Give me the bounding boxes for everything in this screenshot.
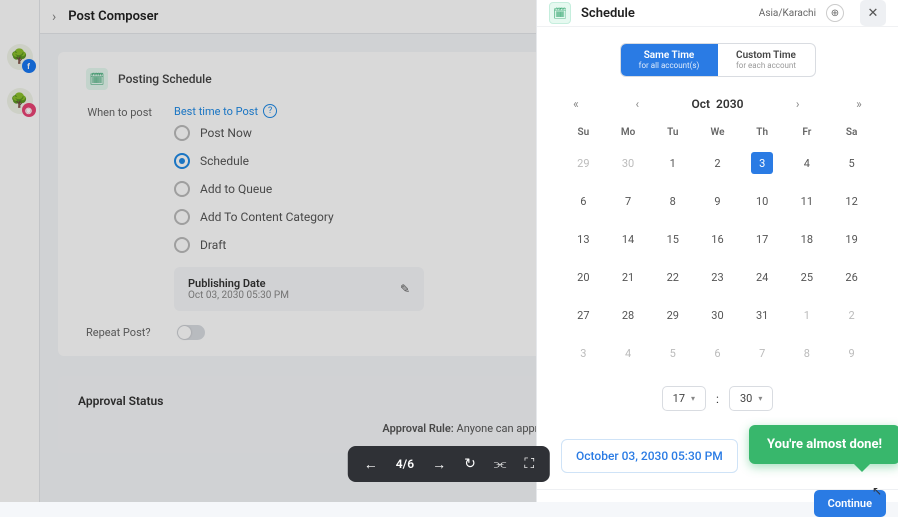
prev-year-icon[interactable]: « — [569, 97, 583, 111]
calendar-day[interactable]: 28 — [606, 296, 651, 334]
calendar-day[interactable]: 4 — [606, 334, 651, 372]
calendar-day[interactable]: 5 — [829, 144, 874, 182]
calendar-grid: SuMoTuWeThFrSa 2930123456789101112131415… — [561, 121, 874, 372]
calendar-day[interactable]: 29 — [561, 144, 606, 182]
calendar-day[interactable]: 27 — [561, 296, 606, 334]
calendar-day[interactable]: 18 — [785, 220, 830, 258]
schedule-panel: 🗓 Schedule Asia/Karachi ⊕ ✕ Same Time fo… — [536, 0, 898, 502]
calendar-day[interactable]: 31 — [740, 296, 785, 334]
calendar-day[interactable]: 16 — [695, 220, 740, 258]
calendar-day[interactable]: 3 — [740, 144, 785, 182]
onboarding-tooltip: You're almost done! — [749, 425, 898, 464]
calendar-day[interactable]: 30 — [606, 144, 651, 182]
calendar-day[interactable]: 22 — [650, 258, 695, 296]
dow-header: Fr — [785, 121, 830, 144]
calendar-day[interactable]: 24 — [740, 258, 785, 296]
calendar-day[interactable]: 23 — [695, 258, 740, 296]
calendar-day[interactable]: 9 — [695, 182, 740, 220]
calendar-day[interactable]: 9 — [829, 334, 874, 372]
calendar-day[interactable]: 29 — [650, 296, 695, 334]
calendar-month-year[interactable]: Oct 2030 — [692, 97, 744, 111]
dow-header: We — [695, 121, 740, 144]
calendar-day[interactable]: 2 — [695, 144, 740, 182]
step-counter: 4/6 — [396, 457, 414, 471]
time-picker: 17▾ : 30▾ — [561, 386, 874, 411]
calendar-day[interactable]: 7 — [606, 182, 651, 220]
calendar-day[interactable]: 12 — [829, 182, 874, 220]
calendar-nav: « ‹ Oct 2030 › » — [561, 97, 874, 111]
calendar-day[interactable]: 15 — [650, 220, 695, 258]
calendar-day[interactable]: 8 — [650, 182, 695, 220]
calendar-day[interactable]: 11 — [785, 182, 830, 220]
calendar-day[interactable]: 1 — [650, 144, 695, 182]
calendar-icon: 🗓 — [549, 2, 571, 24]
calendar-day[interactable]: 14 — [606, 220, 651, 258]
calendar-day[interactable]: 1 — [785, 296, 830, 334]
next-month-icon[interactable]: › — [791, 97, 805, 111]
calendar-day[interactable]: 26 — [829, 258, 874, 296]
calendar-day[interactable]: 2 — [829, 296, 874, 334]
calendar-day[interactable]: 3 — [561, 334, 606, 372]
calendar-day[interactable]: 13 — [561, 220, 606, 258]
prev-step-button[interactable]: ← — [364, 456, 378, 473]
playback-bar: ← 4/6 → ↻ ⫘ ⛶ — [348, 446, 550, 482]
next-year-icon[interactable]: » — [852, 97, 866, 111]
fullscreen-button[interactable]: ⛶ — [524, 456, 534, 472]
calendar-day[interactable]: 6 — [561, 182, 606, 220]
custom-time-tab[interactable]: Custom Time for each account — [718, 44, 815, 76]
calendar-day[interactable]: 25 — [785, 258, 830, 296]
dow-header: Sa — [829, 121, 874, 144]
calendar-day[interactable]: 5 — [650, 334, 695, 372]
schedule-title: Schedule — [581, 6, 635, 21]
next-step-button[interactable]: → — [432, 456, 446, 473]
calendar-day[interactable]: 17 — [740, 220, 785, 258]
dow-header: Mo — [606, 121, 651, 144]
dow-header: Su — [561, 121, 606, 144]
same-time-tab[interactable]: Same Time for all account(s) — [621, 44, 718, 76]
chevron-down-icon: ▾ — [691, 394, 695, 403]
cursor-icon: ↖ — [872, 484, 882, 498]
calendar-day[interactable]: 8 — [785, 334, 830, 372]
hour-select[interactable]: 17▾ — [662, 386, 706, 411]
prev-month-icon[interactable]: ‹ — [630, 97, 644, 111]
calendar-day[interactable]: 19 — [829, 220, 874, 258]
calendar-day[interactable]: 4 — [785, 144, 830, 182]
calendar-day[interactable]: 6 — [695, 334, 740, 372]
globe-icon[interactable]: ⊕ — [826, 4, 844, 22]
time-mode-segment: Same Time for all account(s) Custom Time… — [620, 43, 816, 77]
timezone-label: Asia/Karachi — [759, 8, 816, 19]
dow-header: Tu — [650, 121, 695, 144]
calendar-day[interactable]: 21 — [606, 258, 651, 296]
selected-datetime-chip[interactable]: October 03, 2030 05:30 PM — [561, 439, 738, 473]
share-button[interactable]: ⫘ — [494, 456, 507, 472]
close-button[interactable]: ✕ — [860, 0, 886, 26]
calendar-day[interactable]: 30 — [695, 296, 740, 334]
calendar-day[interactable]: 7 — [740, 334, 785, 372]
minute-select[interactable]: 30▾ — [729, 386, 773, 411]
calendar-day[interactable]: 20 — [561, 258, 606, 296]
dow-header: Th — [740, 121, 785, 144]
chevron-down-icon: ▾ — [758, 394, 762, 403]
restart-button[interactable]: ↻ — [464, 456, 476, 472]
calendar-day[interactable]: 10 — [740, 182, 785, 220]
